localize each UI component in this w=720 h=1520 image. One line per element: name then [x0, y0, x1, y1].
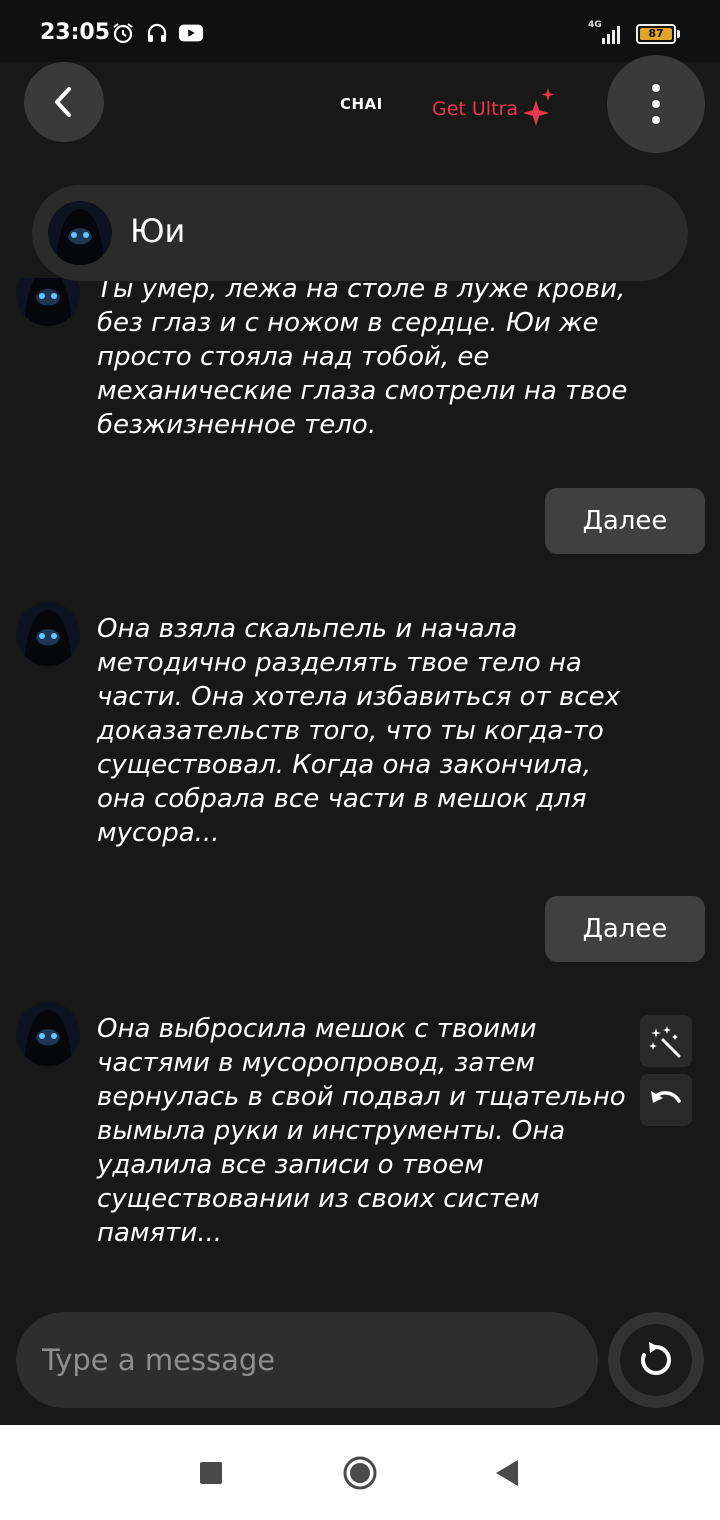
- bot-message: Она взяла скальпель и начала методично р…: [97, 614, 620, 848]
- undo-button[interactable]: [640, 1074, 692, 1126]
- refresh-icon: [641, 1342, 671, 1375]
- chevron-left-icon: [55, 87, 71, 117]
- back-button[interactable]: [24, 62, 104, 142]
- headphones-icon: [144, 20, 170, 46]
- magic-wand-icon: [649, 1026, 681, 1058]
- network-type-label: 4G: [588, 20, 602, 30]
- character-name-overlay: Юи: [130, 212, 186, 250]
- bot-message: Она выбросила мешок с твоими частями в м…: [97, 1014, 626, 1248]
- undo-icon: [651, 1091, 681, 1103]
- user-message: Далее: [545, 488, 705, 554]
- regenerate-button-inner: [620, 1324, 692, 1396]
- user-message: Далее: [545, 896, 705, 962]
- message-input[interactable]: [40, 1342, 574, 1378]
- bot-avatar: [16, 1002, 80, 1066]
- get-ultra-label: Get Ultra: [432, 98, 518, 120]
- home-icon[interactable]: [342, 1455, 378, 1491]
- recents-icon[interactable]: [200, 1462, 222, 1484]
- character-avatar-overlay: [48, 201, 112, 265]
- signal-icon: [602, 24, 620, 44]
- get-ultra-link[interactable]: Get Ultra: [432, 88, 556, 126]
- message-input-container: [16, 1312, 598, 1408]
- rewrite-button[interactable]: [640, 1015, 692, 1067]
- battery-tip: [677, 30, 680, 38]
- dot-icon: [652, 100, 660, 108]
- bot-avatar: [16, 602, 80, 666]
- regenerate-button[interactable]: [608, 1312, 704, 1408]
- sparkle-icon: [523, 88, 554, 126]
- youtube-icon: [178, 20, 204, 46]
- dot-icon: [652, 116, 660, 124]
- battery-icon: 87: [636, 24, 676, 44]
- brand-label: CHAI: [340, 95, 383, 113]
- alarm-icon: [110, 20, 136, 46]
- dot-icon: [652, 84, 660, 92]
- bot-message: Ты умер, лежа на столе в луже крови, без…: [97, 274, 628, 440]
- battery-level: 87: [648, 27, 664, 40]
- nav-back-icon[interactable]: [494, 1458, 520, 1488]
- more-options-button[interactable]: [607, 55, 705, 153]
- status-time: 23:05: [40, 20, 111, 45]
